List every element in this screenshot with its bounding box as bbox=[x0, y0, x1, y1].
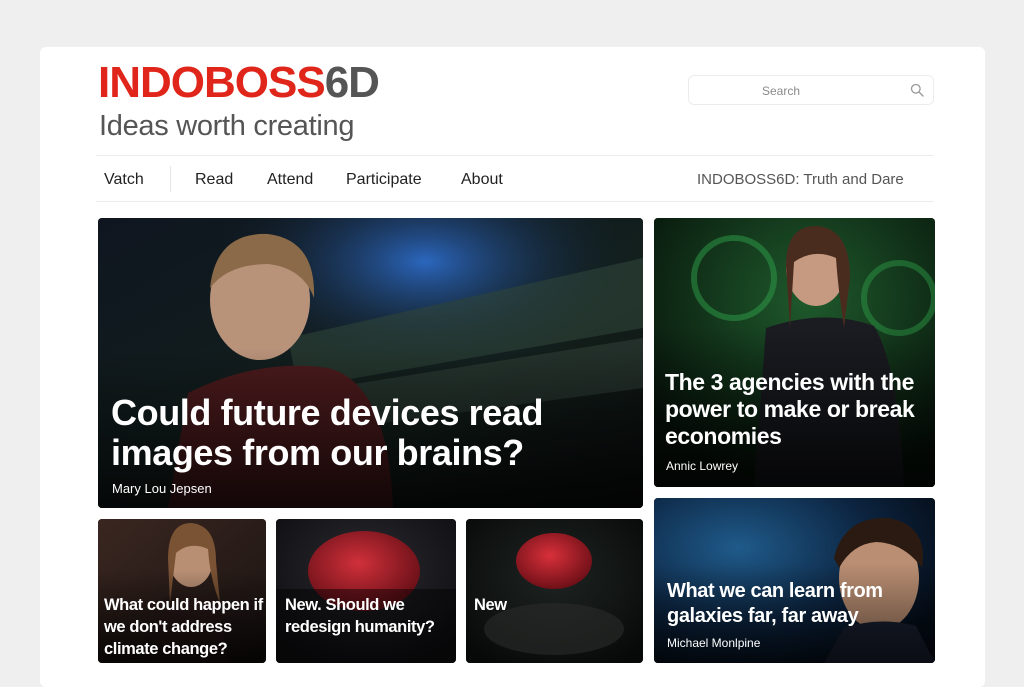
talk-card-new[interactable]: New bbox=[466, 519, 643, 663]
nav-divider-bottom bbox=[96, 201, 934, 202]
talk-speaker: Mary Lou Jepsen bbox=[112, 481, 212, 496]
search-input[interactable]: Search bbox=[688, 75, 934, 105]
talk-title: New. Should we redesign humanity? bbox=[285, 596, 435, 636]
talk-card-agencies[interactable]: The 3 agencies with the power to make or… bbox=[654, 218, 935, 487]
nav-item-participate[interactable]: Participate bbox=[346, 170, 422, 190]
talk-card-redesign-humanity[interactable]: New. Should we redesign humanity? bbox=[276, 519, 456, 663]
talk-title: What we can learn from galaxies far, far… bbox=[667, 580, 883, 627]
talk-speaker: Michael Monlpine bbox=[667, 636, 761, 650]
featured-talk-card[interactable]: Could future devices read images from ou… bbox=[98, 218, 643, 508]
search-icon[interactable] bbox=[910, 83, 924, 97]
talk-thumbnail bbox=[276, 519, 456, 663]
talk-thumbnail bbox=[466, 519, 643, 663]
nav-item-about[interactable]: About bbox=[461, 170, 503, 190]
nav-item-watch[interactable]: Vatch bbox=[104, 170, 144, 190]
nav-item-attend[interactable]: Attend bbox=[267, 170, 313, 190]
talk-title: The 3 agencies with the power to make or… bbox=[665, 369, 915, 449]
tagline: Ideas worth creating bbox=[99, 110, 355, 142]
nav-divider-top bbox=[96, 155, 934, 156]
nav-separator bbox=[170, 166, 171, 192]
brand-logo[interactable]: INDOBOSS6D bbox=[98, 58, 380, 107]
nav-link-truth-and-dare[interactable]: INDOBOSS6D: Truth and Dare bbox=[697, 170, 904, 190]
search-placeholder: Search bbox=[762, 84, 801, 98]
nav-item-read[interactable]: Read bbox=[195, 170, 233, 190]
talk-card-climate[interactable]: What could happen if we don't address cl… bbox=[98, 519, 266, 663]
logo-text-gray: 6D bbox=[324, 58, 380, 107]
talk-title: Could future devices read images from ou… bbox=[111, 392, 544, 473]
talk-title: What could happen if we don't address cl… bbox=[104, 596, 263, 658]
talk-card-galaxies[interactable]: What we can learn from galaxies far, far… bbox=[654, 498, 935, 663]
talk-title: New bbox=[474, 596, 507, 614]
logo-text-red: INDOBOSS bbox=[98, 58, 326, 107]
talk-speaker: Annic Lowrey bbox=[666, 459, 739, 473]
